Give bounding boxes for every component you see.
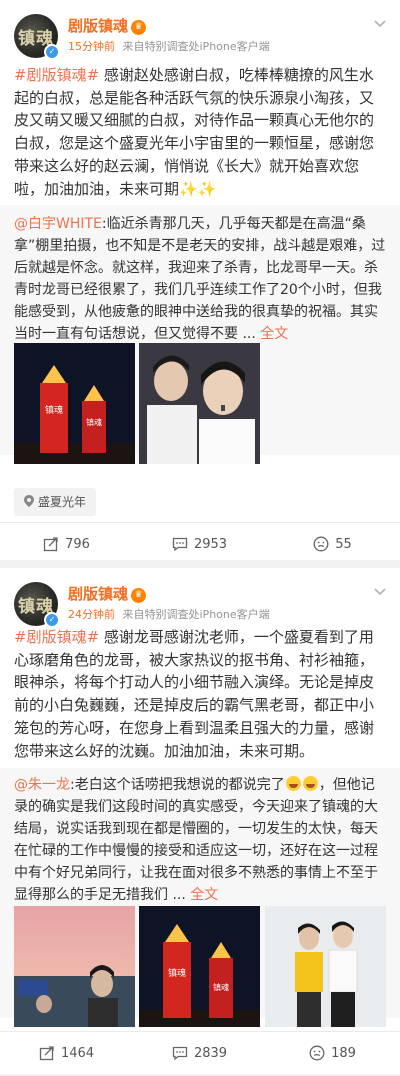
username[interactable]: 剧版镇魂 ♛ [68, 583, 147, 604]
verified-badge-icon: ✓ [44, 44, 60, 60]
vip-badge-icon: ♛ [131, 588, 147, 603]
like-button[interactable]: 55 [266, 523, 399, 567]
post-image[interactable] [139, 343, 260, 464]
repost-user-link[interactable]: @白宇WHITE [14, 216, 102, 232]
tower-text: 镇魂 [213, 982, 229, 992]
tower-night-photo: 镇魂 镇魂 [14, 343, 135, 464]
username-text: 剧版镇魂 [68, 17, 129, 35]
post-meta: 15分钟前 来自特别调查处iPhone客户端 [68, 38, 270, 54]
hashtag-link[interactable]: #剧版镇魂# [14, 628, 99, 646]
topic-tag[interactable]: 盛夏光年 [14, 488, 97, 516]
repost-body: @白宇WHITE:临近杀青那几天，几乎每天都是在高温“桑拿”棚里拍摄，也不知是不… [14, 213, 386, 345]
laugh-emoji-icon [285, 776, 301, 791]
like-button[interactable]: 189 [266, 1032, 399, 1076]
repost-box[interactable]: @朱一龙:老白这个话唠把我想说的都说完了 ，但他记录的确实是我们这段时间的真实感受… [0, 768, 400, 1027]
read-more-link[interactable]: 全文 [260, 326, 288, 342]
comment-count: 2953 [193, 537, 228, 552]
post-image[interactable]: 镇魂 镇魂 [14, 343, 135, 464]
repost-user-link[interactable]: @朱一龙 [14, 777, 70, 793]
post-time: 24分钟前 [68, 608, 115, 621]
repost-count: 796 [65, 537, 90, 552]
sunset-crowd-photo [14, 906, 135, 1027]
hashtag-link[interactable]: #剧版镇魂# [14, 66, 99, 84]
location-icon [24, 495, 34, 507]
post-body: #剧版镇魂# 感谢龙哥感谢沈老师，一个盛夏看到了用心琢磨角色的龙哥，被大家热议的… [14, 626, 386, 762]
repost-body-text: ，但他记录的确实是我们这段时间的真实感受，今天迎来了镇魂的大结局，说实话我到现在… [14, 777, 378, 903]
comment-button[interactable]: 2953 [133, 523, 266, 567]
tower-text: 镇魂 [168, 967, 186, 979]
tower-text: 镇魂 [86, 417, 102, 427]
like-count: 189 [331, 1046, 356, 1061]
vip-badge-icon: ♛ [131, 20, 147, 35]
post-image[interactable] [14, 906, 135, 1027]
chevron-down-icon[interactable] [374, 586, 386, 598]
like-count: 55 [335, 537, 352, 552]
chevron-down-icon[interactable] [374, 18, 386, 30]
post-meta: 24分钟前 来自特别调查处iPhone客户端 [68, 606, 270, 622]
post-body-text: 感谢赵处感谢白叔，吃棒棒糖撩的风生水起的白叔，总是能各种活跃气氛的快乐源泉小淘孩… [14, 66, 375, 198]
repost-icon [39, 1046, 54, 1061]
repost-button[interactable]: 1464 [0, 1032, 133, 1076]
comment-count: 2839 [193, 1046, 228, 1061]
repost-button[interactable]: 796 [0, 523, 133, 567]
username-text: 剧版镇魂 [68, 585, 129, 603]
post-image[interactable] [265, 906, 386, 1027]
read-more-link[interactable]: 全文 [190, 887, 218, 903]
repost-box[interactable]: @白宇WHITE:临近杀青那几天，几乎每天都是在高温“桑拿”棚里拍摄，也不知是不… [0, 205, 400, 464]
action-bar: 796 2953 55 [0, 522, 400, 566]
comment-icon [172, 537, 188, 552]
two-actors-photo [265, 906, 386, 1027]
repost-body-text: :老白这个话唠把我想说的都说完了 [70, 777, 285, 793]
repost-icon [43, 537, 58, 552]
weibo-post-card: 镇魂 ✓ 剧版镇魂 ♛ 15分钟前 来自特别调查处iPhone客户端 #剧版镇魂#… [0, 0, 400, 560]
repost-count: 1464 [60, 1046, 95, 1061]
post-source[interactable]: 来自特别调查处iPhone客户端 [123, 40, 270, 53]
like-icon [313, 536, 329, 552]
username[interactable]: 剧版镇魂 ♛ [68, 15, 147, 36]
post-body-text: 感谢龙哥感谢沈老师，一个盛夏看到了用心琢磨角色的龙哥，被大家热议的抠书角、衬衫袖… [14, 628, 375, 760]
tower-text: 镇魂 [45, 404, 63, 416]
topic-tag-text: 盛夏光年 [38, 495, 87, 509]
tower-night-photo: 镇魂 镇魂 [139, 906, 260, 1027]
comment-button[interactable]: 2839 [133, 1032, 266, 1076]
post-time: 15分钟前 [68, 40, 115, 53]
weibo-post-card: 镇魂 ✓ 剧版镇魂 ♛ 24分钟前 来自特别调查处iPhone客户端 #剧版镇魂#… [0, 568, 400, 1074]
laugh-emoji-icon [302, 776, 318, 791]
post-source[interactable]: 来自特别调查处iPhone客户端 [123, 608, 270, 621]
like-icon [309, 1045, 325, 1061]
sparkles-emoji: ✨✨ [179, 179, 217, 198]
post-body: #剧版镇魂# 感谢赵处感谢白叔，吃棒棒糖撩的风生水起的白叔，总是能各种活跃气氛的… [14, 64, 386, 200]
repost-body-text: :临近杀青那几天，几乎每天都是在高温“桑拿”棚里拍摄，也不知是不是老天的安排，战… [14, 216, 386, 342]
repost-body: @朱一龙:老白这个话唠把我想说的都说完了 ，但他记录的确实是我们这段时间的真实感受… [14, 774, 386, 906]
post-image[interactable]: 镇魂 镇魂 [139, 906, 260, 1027]
comment-icon [172, 1046, 188, 1061]
actors-selfie-photo [139, 343, 260, 464]
action-bar: 1464 2839 189 [0, 1031, 400, 1075]
